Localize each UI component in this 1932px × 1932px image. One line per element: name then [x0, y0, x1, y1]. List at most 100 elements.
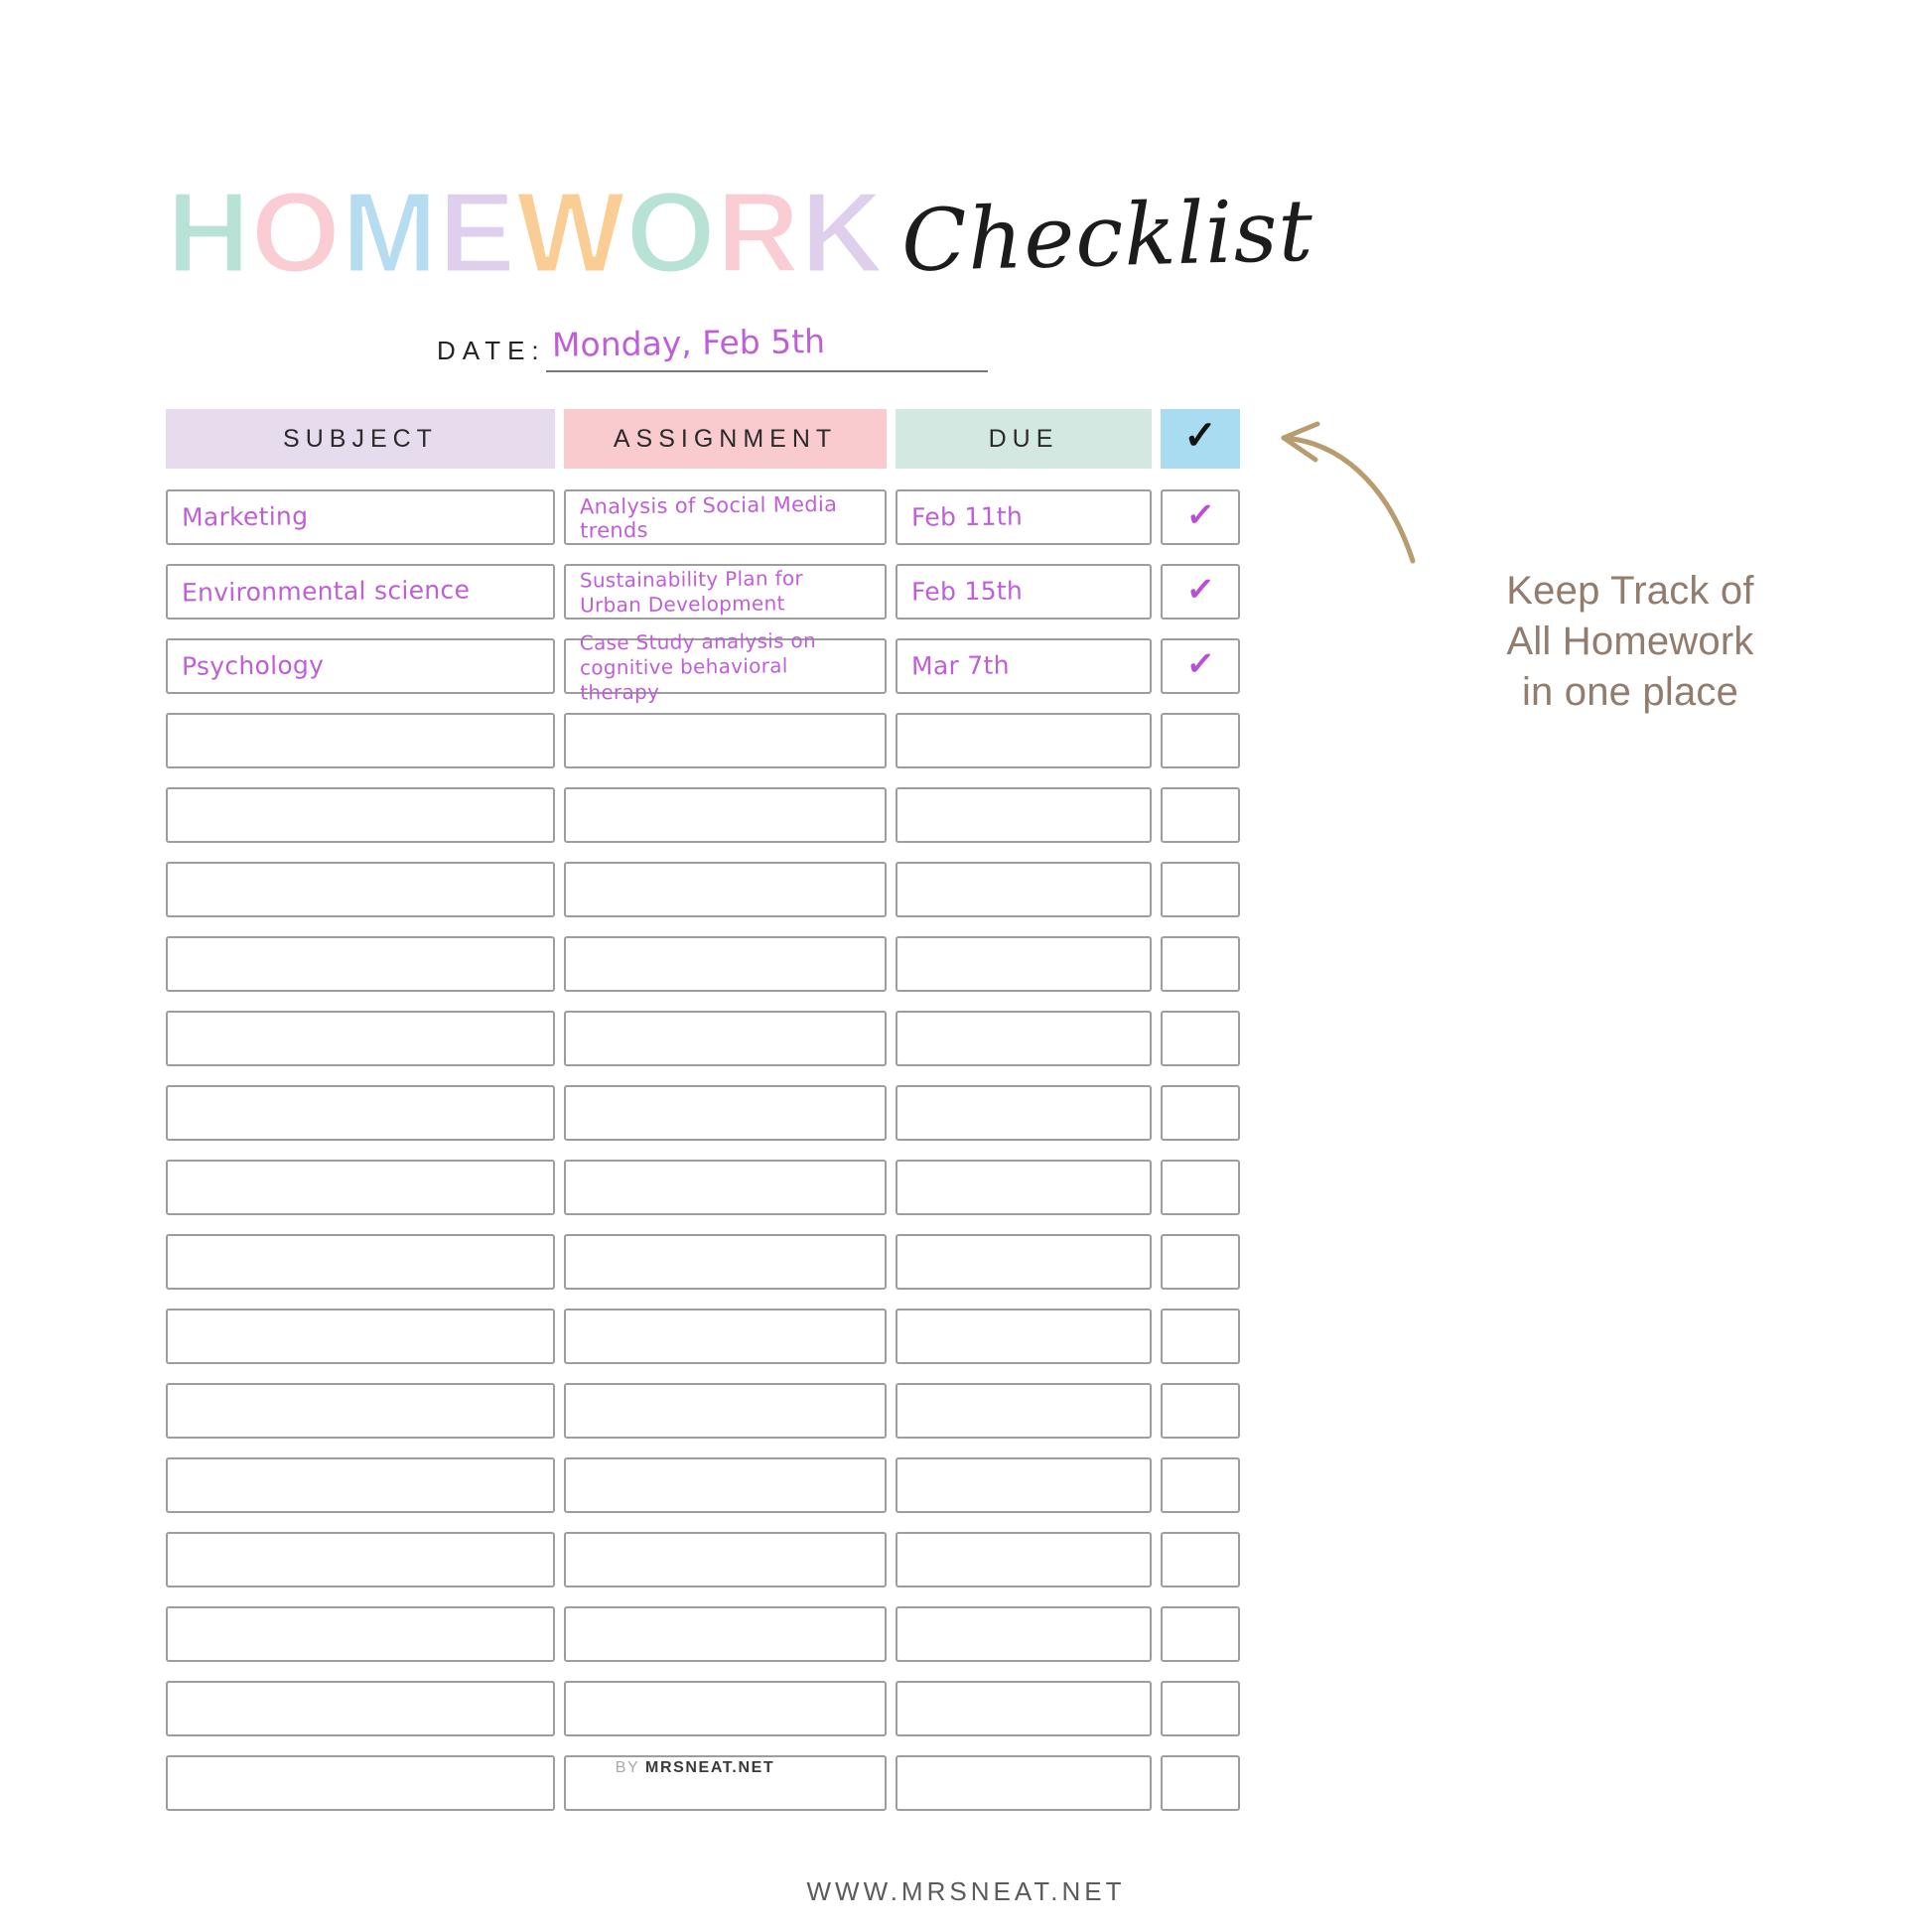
cell-due[interactable] [896, 936, 1152, 992]
cell-subject[interactable] [166, 1606, 555, 1662]
cell-checkbox[interactable] [1161, 1606, 1240, 1662]
cell-subject[interactable] [166, 1160, 555, 1215]
cell-due[interactable]: Feb 15th [896, 564, 1152, 620]
cell-subject[interactable] [166, 713, 555, 768]
annotation-line-1: Keep Track of [1506, 569, 1754, 613]
cell-assignment[interactable] [564, 1011, 887, 1066]
column-header-check: ✓ [1161, 409, 1240, 469]
cell-checkbox[interactable] [1161, 936, 1240, 992]
cell-checkbox[interactable] [1161, 862, 1240, 917]
cell-due[interactable] [896, 1011, 1152, 1066]
cell-assignment[interactable]: Sustainability Plan for Urban Developmen… [564, 564, 887, 620]
cell-subject[interactable] [166, 1309, 555, 1364]
cell-due[interactable] [896, 1681, 1152, 1736]
table-row [166, 1234, 1240, 1290]
cell-checkbox[interactable] [1161, 1532, 1240, 1587]
cell-subject[interactable] [166, 1085, 555, 1141]
table-row [166, 1011, 1240, 1066]
title-letter-e-3: E [439, 175, 517, 290]
annotation-line-3: in one place [1521, 670, 1739, 715]
cell-checkbox[interactable] [1161, 787, 1240, 843]
cell-checkbox[interactable] [1161, 1457, 1240, 1513]
cell-due[interactable]: Feb 11th [896, 489, 1152, 545]
cell-checkbox[interactable] [1161, 1681, 1240, 1736]
title-letter-o-1: O [251, 175, 342, 290]
cell-assignment[interactable]: Analysis of Social Media trends [564, 489, 887, 545]
title-letter-r-6: R [717, 175, 801, 290]
cell-due[interactable] [896, 1532, 1152, 1587]
cell-checkbox[interactable] [1161, 1383, 1240, 1439]
cell-subject[interactable] [166, 1532, 555, 1587]
cell-assignment[interactable] [564, 1234, 887, 1290]
column-header-subject: SUBJECT [166, 409, 555, 469]
cell-checkbox[interactable] [1161, 1085, 1240, 1141]
cell-due[interactable] [896, 1309, 1152, 1364]
byline-prefix: BY [615, 1759, 639, 1776]
cell-due[interactable] [896, 1383, 1152, 1439]
cell-due[interactable] [896, 713, 1152, 768]
cell-assignment[interactable] [564, 787, 887, 843]
cell-checkbox[interactable]: ✓ [1161, 564, 1240, 620]
cell-checkbox[interactable]: ✓ [1161, 638, 1240, 694]
homework-table: SUBJECT ASSIGNMENT DUE ✓ Marketing Analys… [166, 409, 1240, 1830]
cell-subject[interactable] [166, 787, 555, 843]
cell-due[interactable] [896, 787, 1152, 843]
cell-subject-value: Marketing [181, 500, 309, 532]
cell-subject[interactable] [166, 1383, 555, 1439]
table-row [166, 1532, 1240, 1587]
cell-checkbox[interactable] [1161, 1011, 1240, 1066]
table-row [166, 713, 1240, 768]
cell-due[interactable]: Mar 7th [896, 638, 1152, 694]
cell-due[interactable] [896, 862, 1152, 917]
cell-assignment[interactable] [564, 1309, 887, 1364]
cell-assignment[interactable] [564, 713, 887, 768]
cell-assignment[interactable] [564, 936, 887, 992]
cell-subject-value: Psychology [181, 649, 325, 681]
title-letter-h-0: H [167, 175, 251, 290]
cell-subject-value: Environmental science [181, 575, 471, 608]
cell-assignment[interactable] [564, 1383, 887, 1439]
cell-subject[interactable] [166, 936, 555, 992]
cell-assignment[interactable] [564, 862, 887, 917]
cell-due[interactable] [896, 1085, 1152, 1141]
title-letter-k-7: K [801, 175, 886, 290]
date-input[interactable]: Monday, Feb 5th [545, 322, 988, 372]
cell-subject[interactable] [166, 1011, 555, 1066]
cell-assignment[interactable] [564, 1085, 887, 1141]
cell-due[interactable] [896, 1457, 1152, 1513]
cell-subject[interactable]: Environmental science [166, 564, 555, 620]
table-row: Marketing Analysis of Social Media trends… [166, 489, 1240, 545]
cell-assignment[interactable] [564, 1606, 887, 1662]
cell-subject[interactable]: Psychology [166, 638, 555, 694]
cell-checkbox[interactable] [1161, 713, 1240, 768]
cell-subject[interactable] [166, 1234, 555, 1290]
cell-due[interactable] [896, 1606, 1152, 1662]
cell-assignment[interactable] [564, 1681, 887, 1736]
cell-checkbox[interactable] [1161, 1309, 1240, 1364]
cell-due[interactable] [896, 1160, 1152, 1215]
cell-due-value: Feb 15th [910, 576, 1024, 607]
date-value: Monday, Feb 5th [551, 322, 825, 364]
cell-checkbox[interactable]: ✓ [1161, 489, 1240, 545]
cell-assignment[interactable] [564, 1457, 887, 1513]
title-letter-w-4: W [516, 175, 626, 290]
table-row [166, 1160, 1240, 1215]
table-row [166, 1606, 1240, 1662]
cell-subject[interactable] [166, 1457, 555, 1513]
page-title-block: HOMEWORK Checklist [167, 175, 1314, 300]
checkmark-icon: ✓ [1184, 570, 1216, 610]
table-row [166, 1085, 1240, 1141]
cell-assignment[interactable] [564, 1532, 887, 1587]
annotation-text: Keep Track of All Homework in one place [1442, 566, 1819, 719]
cell-assignment[interactable]: Case Study analysis on cognitive behavio… [564, 628, 887, 704]
cell-subject[interactable] [166, 862, 555, 917]
cell-subject[interactable]: Marketing [166, 489, 555, 545]
cell-due[interactable] [896, 1234, 1152, 1290]
table-body: Marketing Analysis of Social Media trends… [166, 489, 1240, 1811]
cell-checkbox[interactable] [1161, 1160, 1240, 1215]
cell-assignment[interactable] [564, 1160, 887, 1215]
cell-subject[interactable] [166, 1681, 555, 1736]
table-row [166, 787, 1240, 843]
cell-checkbox[interactable] [1161, 1234, 1240, 1290]
column-header-assignment: ASSIGNMENT [564, 409, 887, 469]
